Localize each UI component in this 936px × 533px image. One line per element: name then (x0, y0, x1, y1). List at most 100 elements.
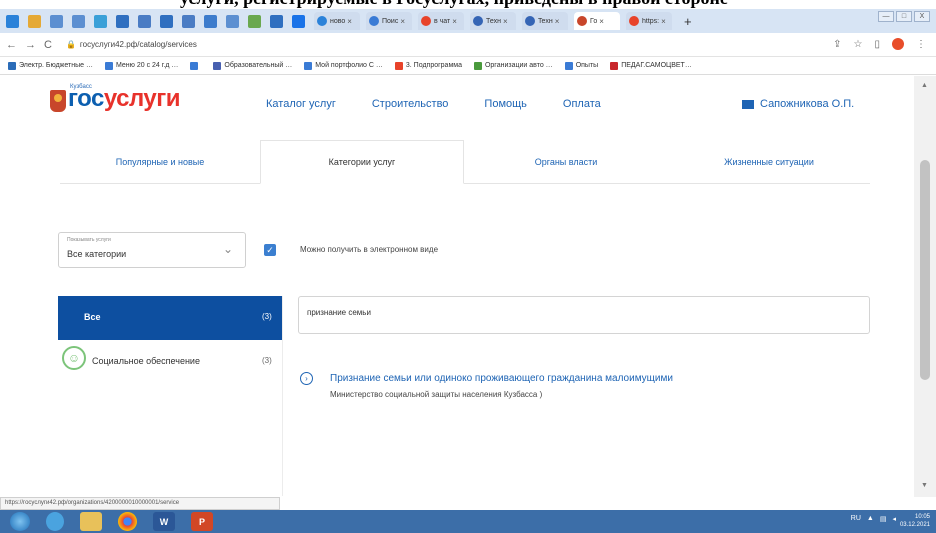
tab-favicon-icon[interactable] (6, 14, 19, 28)
social-security-icon: ☺ (62, 346, 86, 370)
page-scrollbar[interactable]: ▲ ▼ (914, 76, 936, 497)
profile-avatar-icon[interactable] (892, 38, 904, 50)
tab-favicon-icon[interactable] (292, 14, 305, 28)
nav-catalog[interactable]: Каталог услуг (266, 98, 336, 110)
share-icon[interactable]: ⇪ (833, 39, 841, 50)
tray-arrow-icon[interactable]: ▲ (867, 515, 874, 523)
scrollbar-thumb[interactable] (920, 160, 930, 380)
bookmark-item[interactable]: Электр. Бюджетные … (8, 61, 93, 70)
tab-close-icon[interactable]: × (661, 17, 666, 26)
bookmark-item[interactable]: ПЕДАГ.САМОЦВЕТ… (610, 61, 692, 70)
tab-title: ново (330, 17, 346, 25)
ie-browser-icon[interactable] (46, 512, 64, 531)
tab-title: Техн (486, 17, 501, 25)
word-icon[interactable]: W (153, 512, 175, 531)
tab-close-icon[interactable]: × (555, 17, 560, 26)
volume-icon[interactable]: ◂ (892, 515, 896, 523)
minimize-button[interactable]: — (878, 11, 894, 22)
nav-help[interactable]: Помощь (484, 98, 527, 110)
tab-favicon-icon[interactable] (248, 14, 261, 28)
tab-favicon-icon[interactable] (94, 14, 107, 28)
bookmark-item[interactable]: Меню 20 с 24 г.д … (104, 61, 178, 70)
bookmark-label: Мой портфолио С … (315, 62, 383, 69)
electronic-checkbox[interactable]: ✓ (264, 244, 276, 256)
service-search-input[interactable] (307, 308, 847, 317)
bookmark-label: 3. Подпрограмма (405, 62, 462, 69)
url-field[interactable]: 🔒 госуслуги42.рф/catalog/services (66, 40, 197, 49)
category-name: Все (84, 312, 101, 322)
tab-favicon-icon[interactable] (28, 14, 41, 28)
bookmark-favicon-icon (564, 61, 573, 70)
browser-tab[interactable]: ново × (314, 12, 360, 30)
keyboard-layout-icon[interactable]: RU (851, 515, 861, 523)
tab-favicon-icon[interactable] (226, 14, 239, 28)
bookmark-favicon-icon (610, 61, 619, 70)
tab-favicon-icon[interactable] (72, 14, 85, 28)
new-tab-button[interactable]: + (684, 14, 692, 29)
screenshot-root: услуги, регистрируемые в Госуслугах, при… (0, 0, 936, 533)
tab-close-icon[interactable]: × (452, 17, 457, 26)
tab-close-icon[interactable]: × (503, 17, 508, 26)
start-button-icon[interactable] (10, 512, 30, 531)
nav-construction[interactable]: Строительство (372, 98, 449, 110)
nav-payment[interactable]: Оплата (563, 98, 601, 110)
clock-time: 10:05 (914, 514, 930, 520)
taskbar-clock[interactable]: 10:05 03.12.2021 (900, 513, 930, 529)
menu-dots-icon[interactable]: ⋮ (916, 39, 926, 50)
category-select[interactable]: Показывать услуги Все категории ⌄ (58, 232, 246, 268)
tab-favicon-icon[interactable] (160, 14, 173, 28)
explorer-folder-icon[interactable] (80, 512, 102, 531)
service-arrow-icon[interactable]: › (300, 372, 313, 385)
bookmark-item[interactable]: Образовательный … (213, 61, 292, 70)
browser-tab[interactable]: https: × (626, 12, 672, 30)
tab-authorities[interactable]: Органы власти (464, 140, 668, 184)
status-bar: https://госуслуги42.рф/organizations/420… (0, 497, 280, 510)
bookmark-item[interactable]: Опыты (564, 61, 598, 70)
bookmark-item[interactable]: Мой портфолио С … (304, 61, 383, 70)
tab-favicon-icon[interactable] (270, 14, 283, 28)
close-window-button[interactable]: X (914, 11, 930, 22)
tab-close-icon[interactable]: × (347, 17, 352, 26)
tab-favicon-icon[interactable] (182, 14, 195, 28)
tab-favicon-icon[interactable] (116, 14, 129, 28)
window-controls: — □ X (878, 11, 930, 22)
browser-tab[interactable]: Техн × (470, 12, 516, 30)
tab-close-icon[interactable]: × (599, 17, 604, 26)
bookmark-item[interactable]: 3. Подпрограмма (394, 61, 462, 70)
mail-icon (742, 99, 754, 109)
tab-popular[interactable]: Популярные и новые (60, 140, 260, 184)
scroll-down-icon[interactable]: ▼ (921, 482, 928, 489)
logo-usl: услуги (103, 85, 181, 112)
site-logo[interactable]: Кузбасс гос услуги (50, 84, 181, 112)
bookmark-item[interactable] (190, 61, 201, 70)
browser-tab[interactable]: Поис × (366, 12, 412, 30)
network-icon[interactable]: ▤ (880, 515, 887, 523)
service-result-link[interactable]: Признание семьи или одиноко проживающего… (330, 373, 673, 384)
browser-tab[interactable]: Го × (574, 12, 620, 30)
star-icon[interactable]: ☆ (854, 39, 863, 50)
bookmark-item[interactable]: Организации авто … (473, 61, 553, 70)
clock-date: 03.12.2021 (899, 522, 930, 528)
browser-tab[interactable]: Texн × (522, 12, 568, 30)
scroll-up-icon[interactable]: ▲ (921, 82, 928, 89)
category-item-social[interactable]: ☺ Социальное обеспечение (3) (58, 340, 282, 384)
tab-life-situations[interactable]: Жизненные ситуации (668, 140, 870, 184)
service-search-box[interactable] (298, 296, 870, 334)
tab-favicon-icon[interactable] (50, 14, 63, 28)
tab-categories[interactable]: Категории услуг (260, 140, 464, 184)
powerpoint-icon[interactable]: P (191, 512, 213, 531)
reload-icon[interactable]: C (44, 39, 52, 51)
tab-close-icon[interactable]: × (400, 17, 405, 26)
electronic-checkbox-label[interactable]: Можно получить в электронном виде (300, 245, 438, 254)
back-arrow-icon[interactable]: ← (6, 39, 17, 51)
forward-arrow-icon[interactable]: → (25, 39, 36, 51)
category-item-all[interactable]: Все (3) (58, 296, 282, 340)
tab-favicon-icon[interactable] (138, 14, 151, 28)
chrome-icon[interactable] (118, 512, 137, 531)
sidebar-panel-icon[interactable]: ▯ (874, 39, 880, 50)
tab-favicon-icon (317, 16, 327, 26)
browser-tab[interactable]: в чат × (418, 12, 464, 30)
maximize-button[interactable]: □ (896, 11, 912, 22)
tab-favicon-icon[interactable] (204, 14, 217, 28)
user-account-link[interactable]: Сапожникова О.П. (742, 98, 854, 110)
